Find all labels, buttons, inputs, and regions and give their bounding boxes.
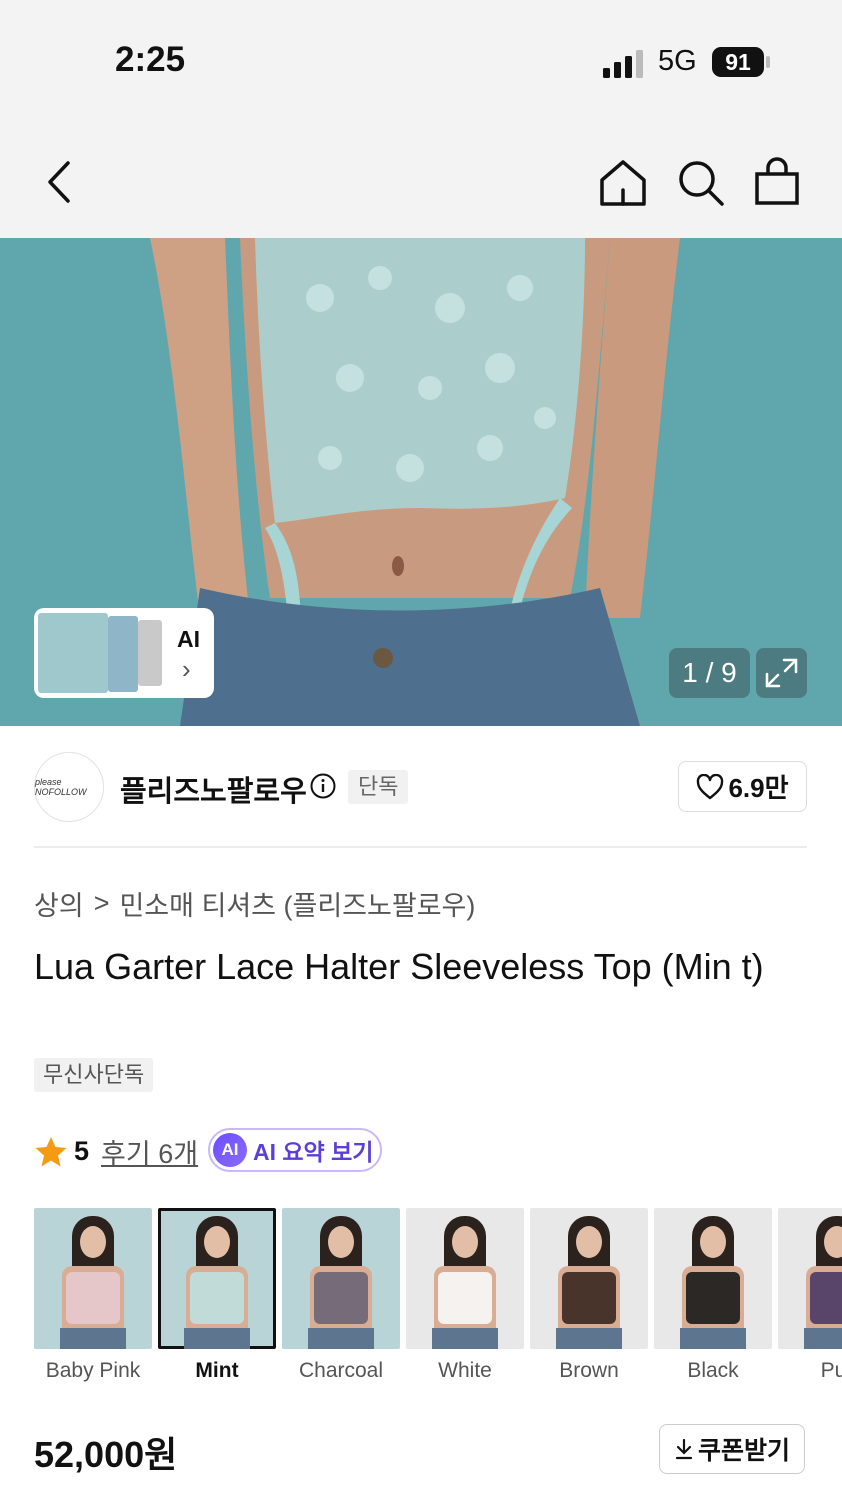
model-top bbox=[438, 1272, 492, 1324]
price: 52,000원 bbox=[34, 1434, 178, 1475]
network-label: 5G bbox=[658, 45, 697, 77]
color-options: Baby Pink Mint Charcoal White Brown Black Pur bbox=[34, 1208, 842, 1398]
download-icon bbox=[675, 1438, 693, 1460]
model-face bbox=[576, 1226, 602, 1258]
swatch-image bbox=[282, 1208, 400, 1349]
exclusive-badge: 단독 bbox=[348, 770, 409, 804]
swatch-label: Baby Pink bbox=[45, 1359, 141, 1382]
model-face bbox=[80, 1226, 106, 1258]
brand-logo[interactable]: please NOFOLLOW bbox=[34, 752, 104, 822]
breadcrumb-subcategory[interactable]: 민소매 티셔츠 (플리즈노팔로우) bbox=[119, 884, 475, 923]
coupon-label: 쿠폰받기 bbox=[697, 1437, 790, 1465]
model-top bbox=[562, 1272, 616, 1324]
color-swatch[interactable]: Charcoal bbox=[282, 1208, 400, 1383]
swatch-image bbox=[34, 1208, 152, 1349]
rating-row: 5 후기 6개 bbox=[34, 1132, 198, 1171]
search-icon[interactable] bbox=[676, 158, 726, 208]
model-pants bbox=[432, 1328, 498, 1349]
color-swatch[interactable]: Black bbox=[654, 1208, 772, 1383]
model-pants bbox=[60, 1328, 126, 1349]
model-pants bbox=[556, 1328, 622, 1349]
model-face bbox=[328, 1226, 354, 1258]
swatch-label: Brown bbox=[559, 1359, 619, 1382]
swatch-image bbox=[158, 1208, 276, 1349]
swatch-label: White bbox=[438, 1359, 492, 1382]
breadcrumb: 상의 > 민소매 티셔츠 (플리즈노팔로우) bbox=[34, 884, 475, 923]
back-icon[interactable] bbox=[36, 157, 86, 207]
swatch-image bbox=[778, 1208, 842, 1349]
model-top bbox=[66, 1272, 120, 1324]
status-time: 2:25 bbox=[115, 40, 186, 79]
expand-button[interactable] bbox=[756, 648, 807, 698]
thumbnail-image bbox=[108, 616, 138, 692]
product-title: Lua Garter Lace Halter Sleeveless Top (M… bbox=[34, 946, 764, 987]
brand-name[interactable]: 플리즈노팔로우 bbox=[120, 768, 307, 810]
ai-thumb-label: AI bbox=[177, 626, 200, 652]
swatch-image bbox=[654, 1208, 772, 1349]
divider bbox=[34, 846, 807, 848]
breadcrumb-separator: > bbox=[93, 888, 110, 918]
expand-icon bbox=[765, 658, 798, 688]
model-pants bbox=[184, 1328, 250, 1349]
image-pager: 1 / 9 bbox=[669, 648, 750, 698]
like-count: 6.9만 bbox=[728, 773, 789, 803]
swatch-label: Black bbox=[687, 1359, 739, 1382]
musinsa-exclusive-tag: 무신사단독 bbox=[34, 1058, 154, 1092]
info-icon[interactable] bbox=[310, 773, 336, 799]
color-swatch[interactable]: Brown bbox=[530, 1208, 648, 1383]
home-icon[interactable] bbox=[598, 158, 648, 208]
model-top bbox=[810, 1272, 842, 1324]
shopping-bag-icon[interactable] bbox=[752, 156, 802, 206]
ai-thumbnail-card[interactable]: AI › bbox=[34, 608, 214, 698]
model-pants bbox=[804, 1328, 842, 1349]
color-swatch[interactable]: Mint bbox=[158, 1208, 276, 1383]
color-swatch[interactable]: Baby Pink bbox=[34, 1208, 152, 1383]
model-top bbox=[314, 1272, 368, 1324]
model-face bbox=[700, 1226, 726, 1258]
breadcrumb-category[interactable]: 상의 bbox=[34, 884, 84, 923]
rating-score: 5 bbox=[74, 1136, 90, 1166]
coupon-button[interactable]: 쿠폰받기 bbox=[659, 1424, 805, 1474]
battery-cap bbox=[766, 56, 770, 68]
model-face bbox=[204, 1226, 230, 1258]
thumbnail-image bbox=[138, 620, 162, 686]
model-top bbox=[190, 1272, 244, 1324]
model-face bbox=[452, 1226, 478, 1258]
heart-icon bbox=[697, 773, 724, 799]
model-pants bbox=[308, 1328, 374, 1349]
star-icon bbox=[35, 1136, 67, 1166]
model-pants bbox=[680, 1328, 746, 1349]
chevron-right-icon: › bbox=[182, 654, 191, 684]
reviews-link[interactable]: 후기 6개 bbox=[101, 1132, 198, 1171]
swatch-label: Charcoal bbox=[298, 1359, 384, 1382]
battery-icon: 91 bbox=[712, 47, 764, 77]
like-button[interactable]: 6.9만 bbox=[678, 761, 807, 812]
model-top bbox=[686, 1272, 740, 1324]
thumbnail-image bbox=[38, 613, 108, 693]
ai-badge-icon: AI bbox=[213, 1133, 247, 1167]
swatch-label: Pur bbox=[820, 1359, 842, 1382]
color-swatch[interactable]: Pur bbox=[778, 1208, 842, 1383]
ai-summary-label: AI 요약 보기 bbox=[253, 1139, 374, 1165]
color-swatch[interactable]: White bbox=[406, 1208, 524, 1383]
swatch-image bbox=[406, 1208, 524, 1349]
signal-icon bbox=[603, 50, 643, 78]
ai-summary-button[interactable]: AI AI 요약 보기 bbox=[208, 1128, 382, 1172]
swatch-label: Mint bbox=[195, 1359, 239, 1382]
swatch-image bbox=[530, 1208, 648, 1349]
